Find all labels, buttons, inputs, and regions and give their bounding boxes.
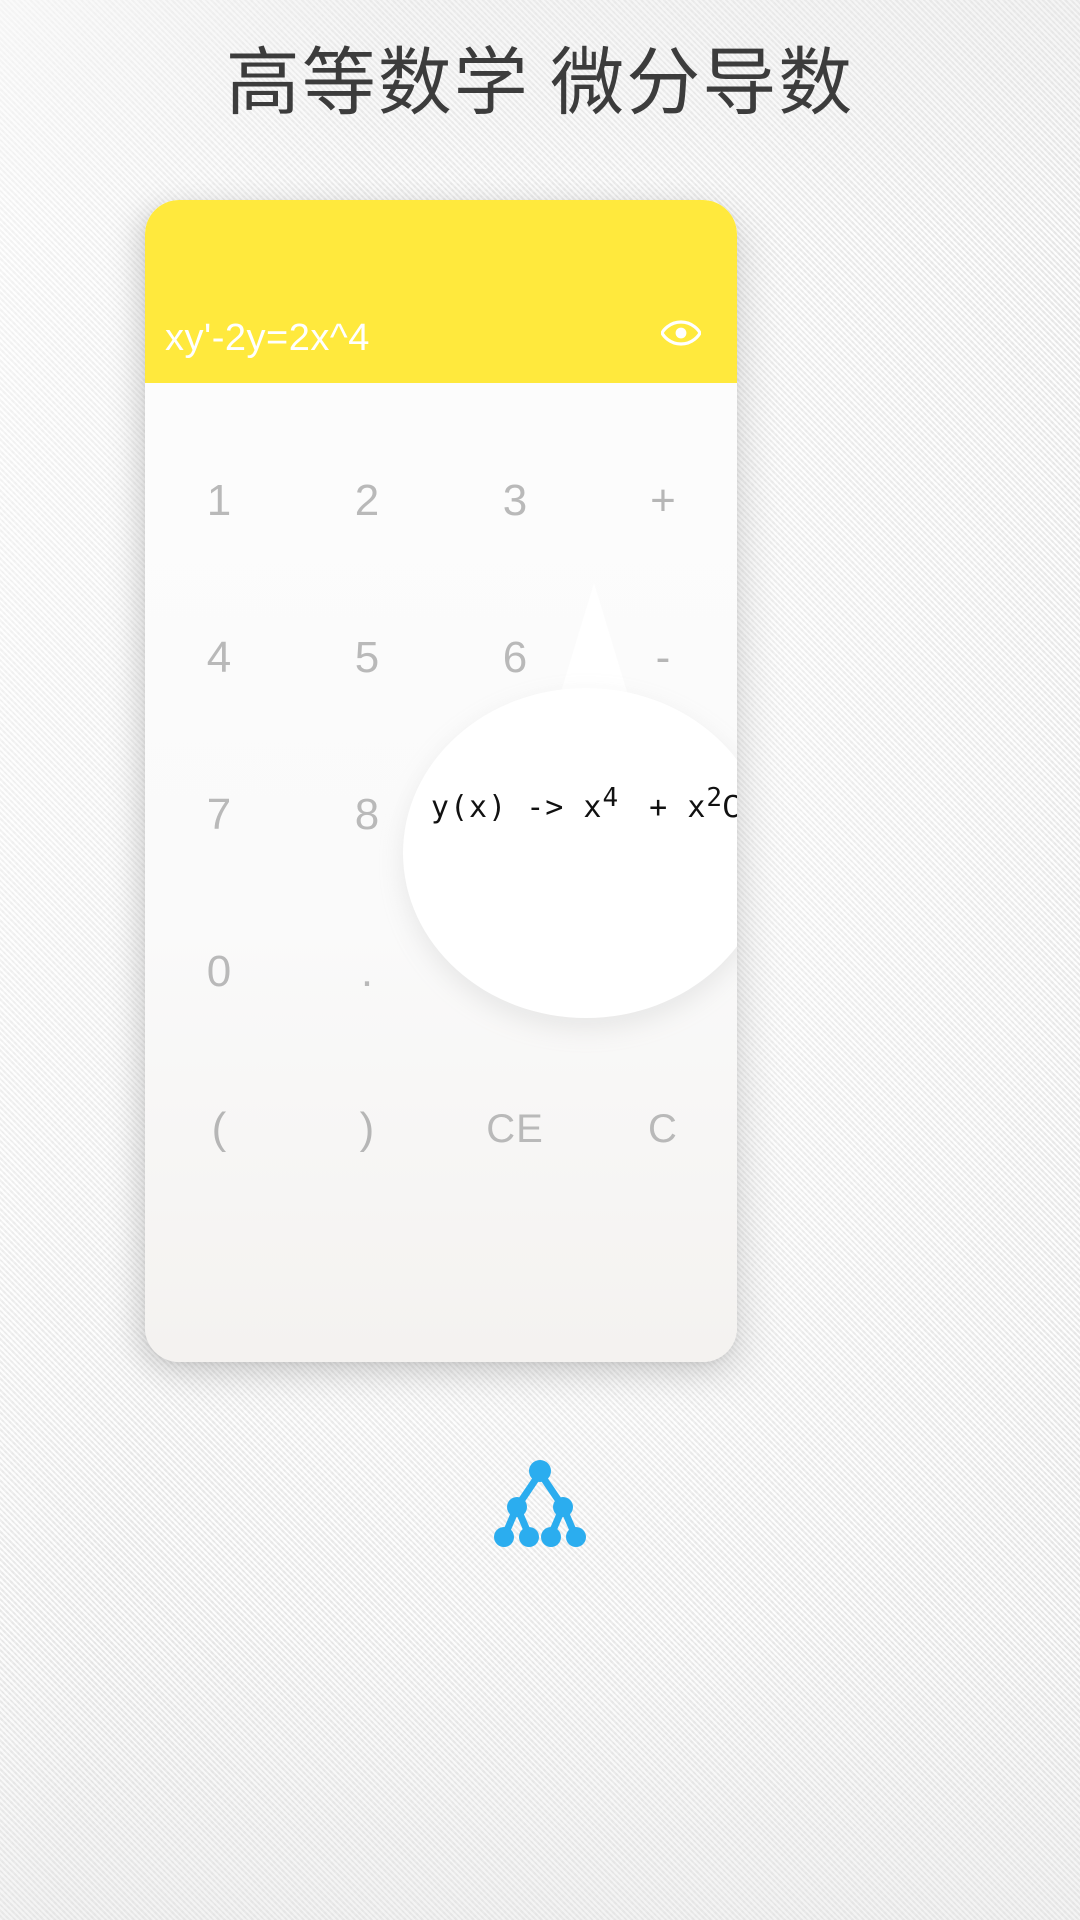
result-operator: + <box>630 790 688 825</box>
keypad-row-1: 1 2 3 + <box>145 441 737 561</box>
result-term1-base: x <box>583 790 603 825</box>
key-2[interactable]: 2 <box>293 441 441 561</box>
result-bubble-tail <box>560 583 628 695</box>
key-plus[interactable]: + <box>589 441 737 561</box>
expression-input[interactable]: xy'-2y=2x^4 <box>165 316 370 360</box>
key-clear[interactable]: C <box>589 1069 737 1189</box>
page-title: 高等数学 微分导数 <box>225 43 855 125</box>
result-formula: y(x) -> x4 + x2C <box>403 785 737 825</box>
result-term2-exponent: 2 <box>706 783 723 813</box>
key-1[interactable]: 1 <box>145 441 293 561</box>
key-4[interactable]: 4 <box>145 598 293 718</box>
result-constant: C <box>722 790 737 825</box>
key-3[interactable]: 3 <box>441 441 589 561</box>
key-clear-entry[interactable]: CE <box>441 1069 589 1189</box>
calculator-app-card: xy'-2y=2x^4 1 2 3 + 4 5 6 - 7 8 0 . () … <box>145 200 737 1362</box>
result-prefix: y(x) -> <box>430 790 584 825</box>
brand-logo <box>0 1450 1080 1560</box>
result-term1-exponent: 4 <box>602 783 619 813</box>
key-7[interactable]: 7 <box>145 755 293 875</box>
eye-icon[interactable] <box>661 319 701 347</box>
key-0[interactable]: 0 <box>145 912 293 1032</box>
keypad-row-5: ( ) CE C <box>145 1069 737 1189</box>
tree-logo-icon <box>494 1460 586 1547</box>
expression-bar[interactable]: xy'-2y=2x^4 <box>145 200 737 383</box>
key-5[interactable]: 5 <box>293 598 441 718</box>
page-root: 高等数学 微分导数 xy'-2y=2x^4 1 2 3 + 4 5 6 - 7 … <box>0 0 1080 1920</box>
result-term2-base: x <box>687 790 707 825</box>
key-decimal-point[interactable]: . <box>293 912 441 1032</box>
key-left-paren[interactable]: ( <box>145 1069 293 1189</box>
key-right-paren[interactable]: ) <box>293 1069 441 1189</box>
